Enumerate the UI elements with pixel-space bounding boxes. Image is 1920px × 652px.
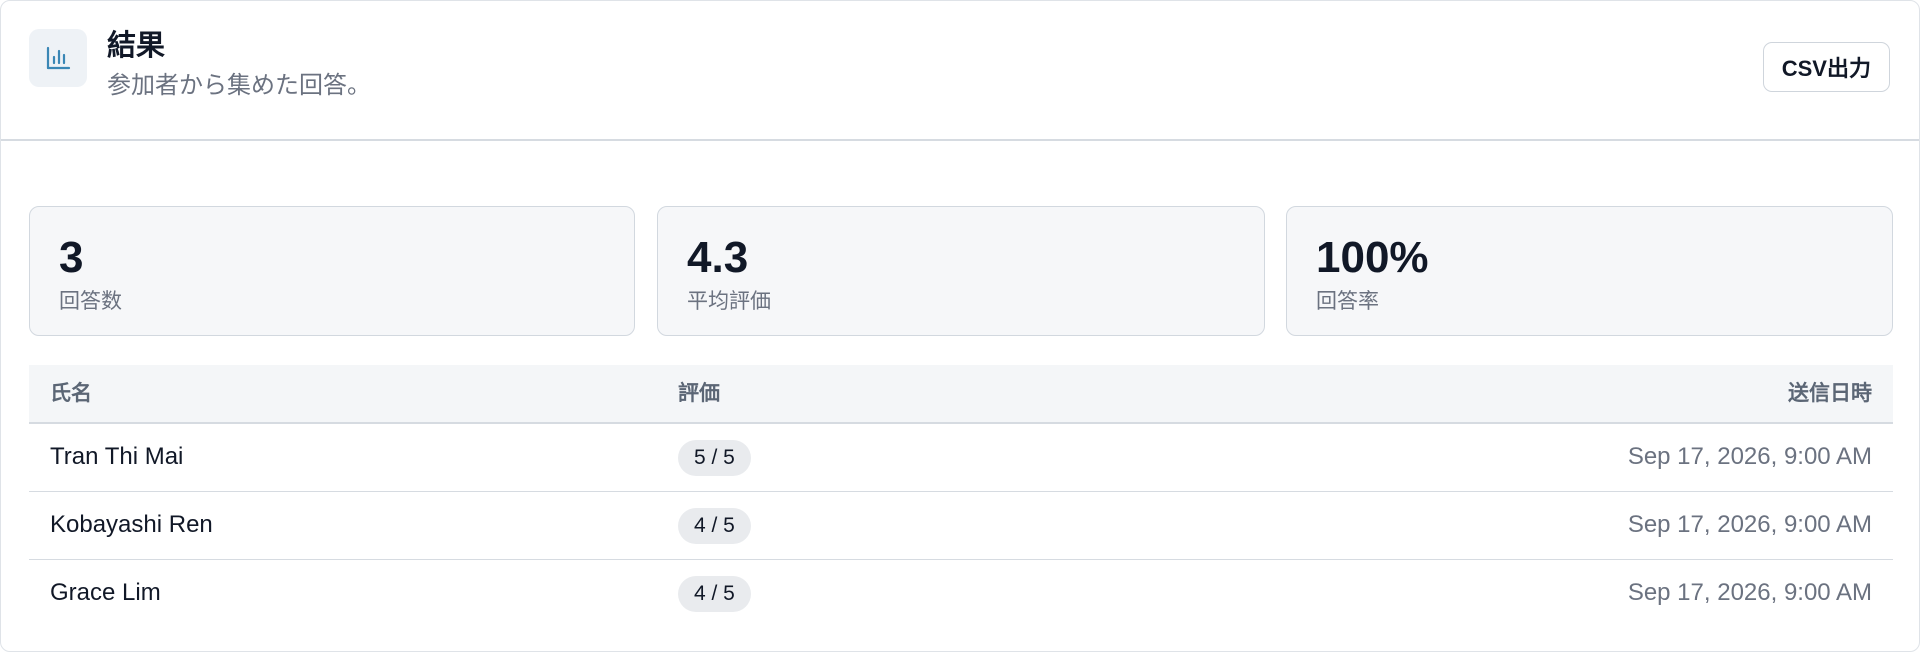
page-subtitle: 参加者から集めた回答。 <box>107 72 371 99</box>
stat-label: 平均評価 <box>687 290 771 313</box>
rating-badge: 4 / 5 <box>678 508 751 544</box>
column-header-rating: 評価 <box>678 382 720 405</box>
page-title: 結果 <box>107 30 166 62</box>
stat-card-responses: 3 回答数 <box>29 206 635 336</box>
stat-value: 4.3 <box>687 233 749 282</box>
export-csv-button[interactable]: CSV出力 <box>1762 42 1890 92</box>
stat-label: 回答数 <box>59 290 122 313</box>
bar-chart-icon <box>29 29 87 87</box>
submitted-at: Sep 17, 2026, 9:00 AM <box>1627 579 1872 606</box>
table-row: Tran Thi Mai 5 / 5 Sep 17, 2026, 9:00 AM <box>29 424 1893 492</box>
results-header: 結果 参加者から集めた回答。 CSV出力 <box>1 1 1919 141</box>
respondent-name: Kobayashi Ren <box>50 511 213 538</box>
stat-value: 100% <box>1316 233 1429 282</box>
table-header: 氏名 評価 送信日時 <box>29 365 1893 424</box>
rating-badge: 4 / 5 <box>678 576 751 612</box>
column-header-submitted: 送信日時 <box>1788 382 1872 405</box>
respondent-name: Tran Thi Mai <box>50 443 184 470</box>
respondent-name: Grace Lim <box>50 579 161 606</box>
submitted-at: Sep 17, 2026, 9:00 AM <box>1627 443 1872 470</box>
rating-badge: 5 / 5 <box>678 440 751 476</box>
table-row: Kobayashi Ren 4 / 5 Sep 17, 2026, 9:00 A… <box>29 492 1893 560</box>
stat-card-response-rate: 100% 回答率 <box>1286 206 1893 336</box>
submitted-at: Sep 17, 2026, 9:00 AM <box>1627 511 1872 538</box>
stat-label: 回答率 <box>1316 290 1379 313</box>
stat-card-average-rating: 4.3 平均評価 <box>657 206 1265 336</box>
responses-table: 氏名 評価 送信日時 Tran Thi Mai 5 / 5 Sep 17, 20… <box>29 365 1893 628</box>
results-panel: 結果 参加者から集めた回答。 CSV出力 3 回答数 4.3 平均評価 100%… <box>0 0 1920 652</box>
table-row: Grace Lim 4 / 5 Sep 17, 2026, 9:00 AM <box>29 560 1893 628</box>
column-header-name: 氏名 <box>50 382 92 405</box>
stat-value: 3 <box>59 233 84 282</box>
